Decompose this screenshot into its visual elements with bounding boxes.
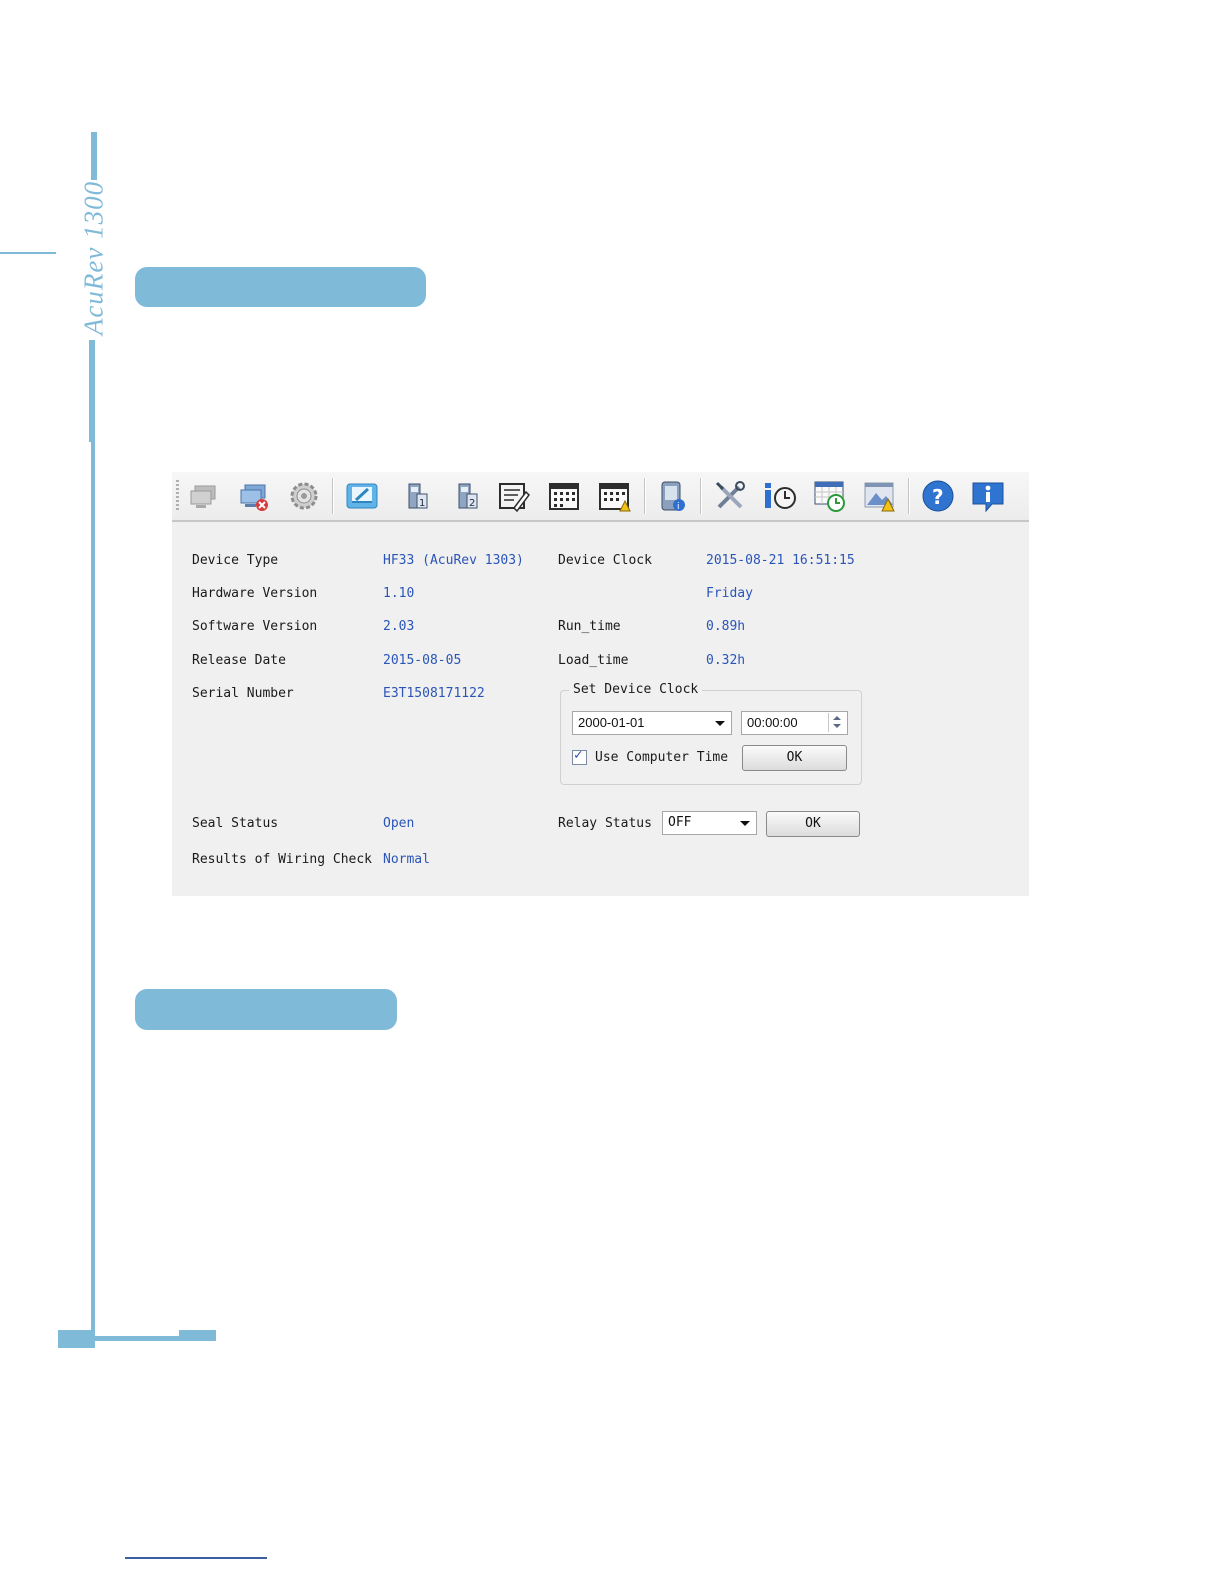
seal-status-value: Open	[383, 816, 415, 831]
calendar-alert-icon[interactable]	[596, 478, 632, 514]
spin-down-icon[interactable]	[833, 724, 841, 728]
date-picker[interactable]: 2000-01-01	[572, 711, 732, 735]
relay-status-value: OFF	[668, 815, 692, 830]
software-version-value: 2.03	[383, 619, 415, 634]
release-date-value: 2015-08-05	[383, 653, 462, 668]
sidebar-rule-long	[91, 442, 95, 1347]
toolbar-separator	[644, 478, 646, 514]
set-device-clock-group: Set Device Clock 2000-01-01 00:00:00 ✓ U…	[560, 682, 862, 785]
sidebar-rule-mid	[89, 340, 95, 442]
toolbar: 1 2 i ?	[172, 472, 1029, 522]
relay-status-select[interactable]: OFF	[662, 811, 757, 835]
checkmark-icon: ✓	[574, 747, 583, 763]
relay-status-label: Relay Status	[558, 816, 652, 831]
use-computer-time-label[interactable]: Use Computer Time	[595, 750, 728, 765]
svg-text:2: 2	[469, 498, 475, 509]
run-time-label: Run_time	[558, 619, 621, 634]
set-clock-ok-button[interactable]: OK	[742, 745, 847, 771]
footer-accent-left	[58, 1330, 95, 1348]
meter-1-icon[interactable]: 1	[399, 478, 435, 514]
edit-icon[interactable]	[344, 478, 380, 514]
toolbar-separator	[332, 478, 334, 514]
warning-image-icon[interactable]	[862, 478, 898, 514]
section-heading-bar-2	[135, 989, 397, 1030]
device-type-label: Device Type	[192, 553, 279, 568]
meter-2-icon[interactable]: 2	[449, 478, 485, 514]
settings-icon[interactable]	[286, 478, 322, 514]
set-device-clock-title: Set Device Clock	[569, 682, 703, 697]
device-info-window: 1 2 i ? Device Type HF33 (AcuRev 1303) H…	[172, 472, 1029, 896]
time-info-icon[interactable]	[762, 478, 798, 514]
toolbar-grip[interactable]	[176, 480, 179, 512]
seal-status-label: Seal Status	[192, 816, 279, 831]
connect-icon[interactable]	[186, 478, 222, 514]
device-clock-day: Friday	[706, 586, 753, 601]
hardware-version-label: Hardware Version	[192, 586, 318, 601]
svg-text:1: 1	[419, 498, 425, 509]
load-time-value: 0.32h	[706, 653, 746, 668]
info-icon[interactable]	[970, 478, 1006, 514]
software-version-label: Software Version	[192, 619, 318, 634]
release-date-label: Release Date	[192, 653, 286, 668]
device-type-value: HF33 (AcuRev 1303)	[383, 553, 524, 568]
brand-vertical-title: AcuRev 1300	[78, 180, 109, 336]
tools-icon[interactable]	[712, 478, 748, 514]
time-stepper[interactable]: 00:00:00	[741, 711, 848, 735]
serial-number-label: Serial Number	[192, 686, 294, 701]
toolbar-separator	[700, 478, 702, 514]
help-icon[interactable]: ?	[920, 478, 956, 514]
device-info-icon[interactable]: i	[654, 478, 690, 514]
chevron-down-icon[interactable]	[740, 821, 750, 826]
date-picker-value: 2000-01-01	[578, 715, 645, 730]
use-computer-time-checkbox[interactable]: ✓	[572, 747, 587, 765]
svg-text:?: ?	[932, 485, 944, 509]
spin-up-icon[interactable]	[833, 716, 841, 720]
spin-buttons[interactable]	[828, 713, 845, 732]
header-rule	[0, 252, 56, 254]
load-time-label: Load_time	[558, 653, 629, 668]
disconnect-icon[interactable]	[236, 478, 272, 514]
time-stepper-value: 00:00:00	[747, 715, 798, 730]
chevron-down-icon[interactable]	[715, 721, 725, 726]
wiring-check-label: Results of Wiring Check	[192, 852, 373, 867]
footer-accent-rule	[95, 1336, 179, 1341]
run-time-value: 0.89h	[706, 619, 746, 634]
footer-link-underline	[125, 1557, 267, 1559]
device-clock-value: 2015-08-21 16:51:15	[706, 553, 855, 568]
calendar-icon[interactable]	[546, 478, 582, 514]
serial-number-value: E3T1508171122	[383, 686, 485, 701]
section-heading-bar-1	[135, 267, 426, 307]
relay-ok-button[interactable]: OK	[766, 811, 860, 837]
device-clock-label: Device Clock	[558, 553, 652, 568]
sidebar-rule-top	[91, 132, 97, 180]
schedule-icon[interactable]	[812, 478, 848, 514]
wiring-check-value: Normal	[383, 852, 430, 867]
hardware-version-value: 1.10	[383, 586, 415, 601]
footer-accent-right	[179, 1330, 216, 1341]
svg-text:i: i	[677, 502, 680, 512]
toolbar-separator	[908, 478, 910, 514]
device-info-panel: Device Type HF33 (AcuRev 1303) Hardware …	[172, 522, 1029, 896]
report-icon[interactable]	[496, 478, 532, 514]
